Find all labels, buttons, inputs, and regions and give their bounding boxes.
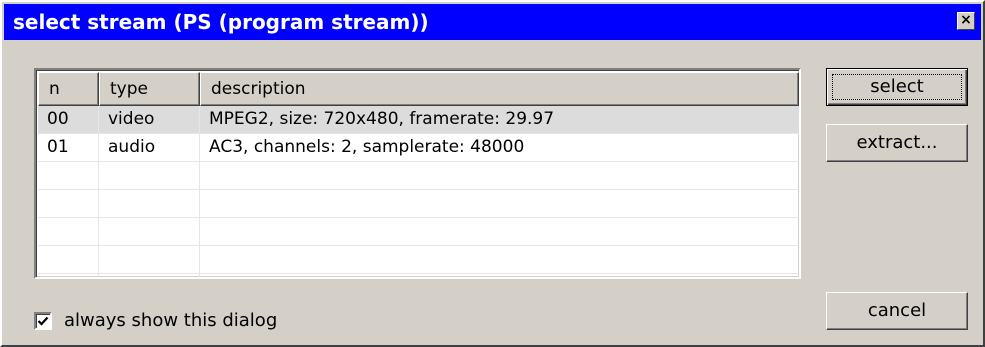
extract-button[interactable]: extract...	[826, 124, 968, 162]
empty-cell	[99, 274, 200, 277]
always-show-label[interactable]: always show this dialog	[64, 308, 277, 334]
empty-cell	[200, 274, 799, 277]
stream-number: 00	[38, 106, 99, 134]
empty-cell	[38, 190, 99, 218]
empty-cell	[99, 246, 200, 274]
list-header: n type description	[38, 72, 799, 106]
checkmark-icon	[37, 316, 49, 326]
empty-cell	[38, 218, 99, 246]
column-header-n[interactable]: n	[38, 72, 99, 106]
stream-row-00[interactable]: 00 video MPEG2, size: 720x480, framerate…	[38, 106, 799, 134]
empty-cell	[200, 162, 799, 190]
select-button[interactable]: select	[826, 68, 968, 106]
empty-cell	[38, 162, 99, 190]
stream-description: AC3, channels: 2, samplerate: 48000	[209, 137, 525, 157]
stream-number: 01	[38, 134, 99, 162]
close-icon: ×	[960, 12, 972, 28]
empty-row	[38, 162, 799, 190]
empty-row	[38, 190, 799, 218]
empty-cell	[200, 246, 799, 274]
empty-cell	[200, 190, 799, 218]
column-header-description[interactable]: description	[200, 72, 799, 106]
column-header-type[interactable]: type	[99, 72, 200, 106]
empty-row	[38, 246, 799, 274]
empty-cell	[99, 190, 200, 218]
cancel-button[interactable]: cancel	[826, 292, 968, 330]
title-bar[interactable]: select stream (PS (program stream)) ×	[4, 4, 981, 40]
close-button[interactable]: ×	[957, 12, 975, 30]
stream-list[interactable]: n type description 00 video MPEG2, size:…	[34, 68, 801, 279]
empty-cell	[200, 218, 799, 246]
stream-description: MPEG2, size: 720x480, framerate: 29.97	[209, 109, 555, 129]
empty-cell	[38, 274, 99, 277]
focus-ring	[832, 74, 962, 100]
dialog-title: select stream (PS (program stream))	[13, 10, 429, 34]
empty-row	[38, 218, 799, 246]
always-show-checkbox[interactable]	[34, 312, 52, 330]
empty-cell	[99, 162, 200, 190]
extract-button-label: extract...	[856, 132, 938, 153]
stream-row-01[interactable]: 01 audio AC3, channels: 2, samplerate: 4…	[38, 134, 799, 162]
cancel-button-label: cancel	[867, 300, 927, 321]
empty-row	[38, 274, 799, 277]
stream-type: video	[99, 106, 200, 134]
empty-cell	[99, 218, 200, 246]
list-rows: 00 video MPEG2, size: 720x480, framerate…	[38, 106, 799, 277]
empty-cell	[38, 246, 99, 274]
stream-select-dialog: select stream (PS (program stream)) × n …	[0, 0, 985, 347]
stream-type: audio	[99, 134, 200, 162]
